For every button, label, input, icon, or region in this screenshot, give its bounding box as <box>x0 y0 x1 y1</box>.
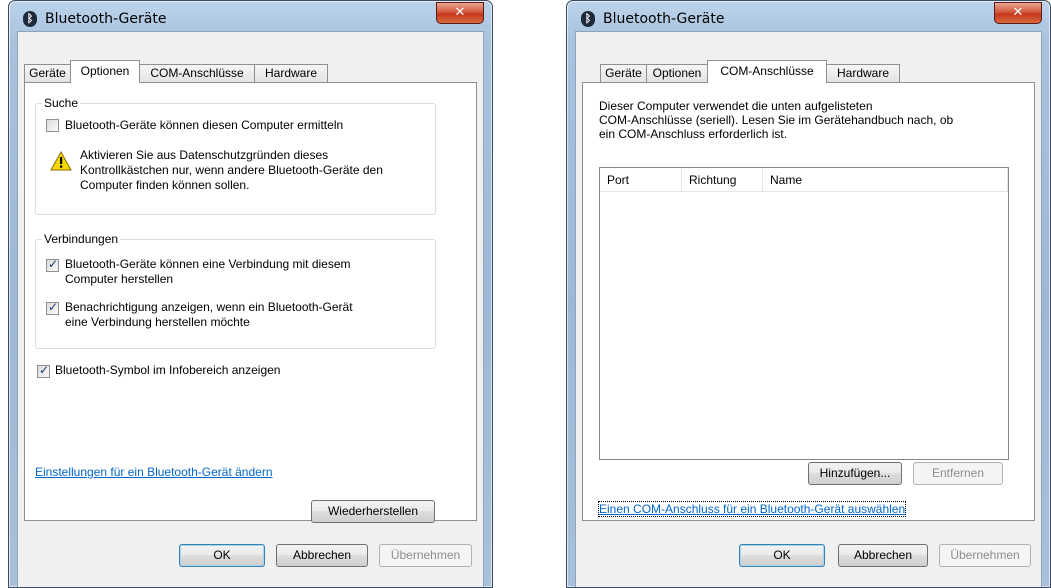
ok-button[interactable]: OK <box>739 544 825 567</box>
cancel-button[interactable]: Abbrechen <box>276 544 368 567</box>
connections-group-label: Verbindungen <box>42 232 121 246</box>
cancel-button[interactable]: Abbrechen <box>838 544 928 567</box>
allow-connect-label-line1[interactable]: Bluetooth-Geräte können eine Verbindung … <box>65 257 351 272</box>
tab-options[interactable]: Optionen <box>70 60 140 83</box>
title-bar[interactable]: ᛒ Bluetooth-Geräte ✕ <box>567 1 1050 31</box>
window-title: Bluetooth-Geräte <box>603 11 725 27</box>
column-header-direction[interactable]: Richtung <box>682 168 763 192</box>
tab-hardware[interactable]: Hardware <box>826 64 900 82</box>
intro-text-line2: COM-Anschlüsse (seriell). Lesen Sie im G… <box>599 113 954 127</box>
warning-icon <box>50 151 72 171</box>
discover-checkbox-label[interactable]: Bluetooth-Geräte können diesen Computer … <box>65 118 343 133</box>
warning-text-line1: Aktivieren Sie aus Datenschutzgründen di… <box>80 148 329 162</box>
bluetooth-icon: ᛒ <box>581 11 595 27</box>
tab-devices[interactable]: Geräte <box>600 64 647 82</box>
ok-button[interactable]: OK <box>179 544 265 567</box>
discover-checkbox[interactable] <box>46 119 59 132</box>
show-icon-label[interactable]: Bluetooth-Symbol im Infobereich anzeigen <box>55 363 280 378</box>
tab-options[interactable]: Optionen <box>646 64 708 82</box>
select-com-port-link[interactable]: Einen COM-Anschluss für ein Bluetooth-Ge… <box>597 501 907 517</box>
options-panel: Suche Bluetooth-Geräte können diesen Com… <box>24 82 477 523</box>
allow-connect-checkbox[interactable] <box>46 257 59 272</box>
apply-button[interactable]: Übernehmen <box>379 544 472 567</box>
title-bar[interactable]: ᛒ Bluetooth-Geräte ✕ <box>9 1 492 31</box>
remove-button[interactable]: Entfernen <box>913 462 1003 485</box>
com-ports-list[interactable]: Port Richtung Name <box>599 167 1009 460</box>
bluetooth-dialog-com-ports: ᛒ Bluetooth-Geräte ✕ Geräte Optionen COM… <box>566 0 1051 588</box>
tab-com-ports[interactable]: COM-Anschlüsse <box>139 64 255 82</box>
close-button[interactable]: ✕ <box>436 2 484 24</box>
device-settings-link[interactable]: Einstellungen für ein Bluetooth-Gerät än… <box>35 465 273 479</box>
column-header-name[interactable]: Name <box>763 168 1008 192</box>
show-icon-checkbox[interactable] <box>37 363 50 378</box>
com-ports-panel: Dieser Computer verwendet die unten aufg… <box>582 82 1035 521</box>
warning-text-line3: Computer finden können sollen. <box>80 178 250 192</box>
close-button[interactable]: ✕ <box>994 2 1042 24</box>
intro-text-line1: Dieser Computer verwendet die unten aufg… <box>599 99 873 113</box>
window-title: Bluetooth-Geräte <box>45 11 167 27</box>
search-groupbox: Suche Bluetooth-Geräte können diesen Com… <box>35 96 436 215</box>
warning-text-line2: Kontrollkästchen nur, wenn andere Blueto… <box>80 163 383 177</box>
tab-com-ports[interactable]: COM-Anschlüsse <box>707 60 827 83</box>
dialog-body: Geräte Optionen COM-Anschlüsse Hardware … <box>575 31 1042 587</box>
notify-label-line2[interactable]: eine Verbindung herstellen möchte <box>65 315 250 330</box>
bluetooth-dialog-options: ᛒ Bluetooth-Geräte ✕ Geräte Optionen COM… <box>8 0 493 588</box>
intro-text-line3: ein COM-Anschluss erforderlich ist. <box>599 127 788 141</box>
tab-devices[interactable]: Geräte <box>24 64 71 82</box>
search-group-label: Suche <box>42 96 81 110</box>
add-button[interactable]: Hinzufügen... <box>808 462 902 485</box>
tab-hardware[interactable]: Hardware <box>254 64 328 82</box>
apply-button[interactable]: Übernehmen <box>939 544 1031 567</box>
restore-button[interactable]: Wiederherstellen <box>311 500 435 523</box>
bluetooth-icon: ᛒ <box>23 11 37 27</box>
connections-groupbox: Verbindungen Bluetooth-Geräte können ein… <box>35 232 436 349</box>
notify-checkbox[interactable] <box>46 300 59 315</box>
notify-label-line1[interactable]: Benachrichtigung anzeigen, wenn ein Blue… <box>65 300 353 315</box>
column-header-port[interactable]: Port <box>600 168 682 192</box>
allow-connect-label-line2[interactable]: Computer herstellen <box>65 272 173 287</box>
dialog-body: Geräte Optionen COM-Anschlüsse Hardware … <box>17 31 484 587</box>
